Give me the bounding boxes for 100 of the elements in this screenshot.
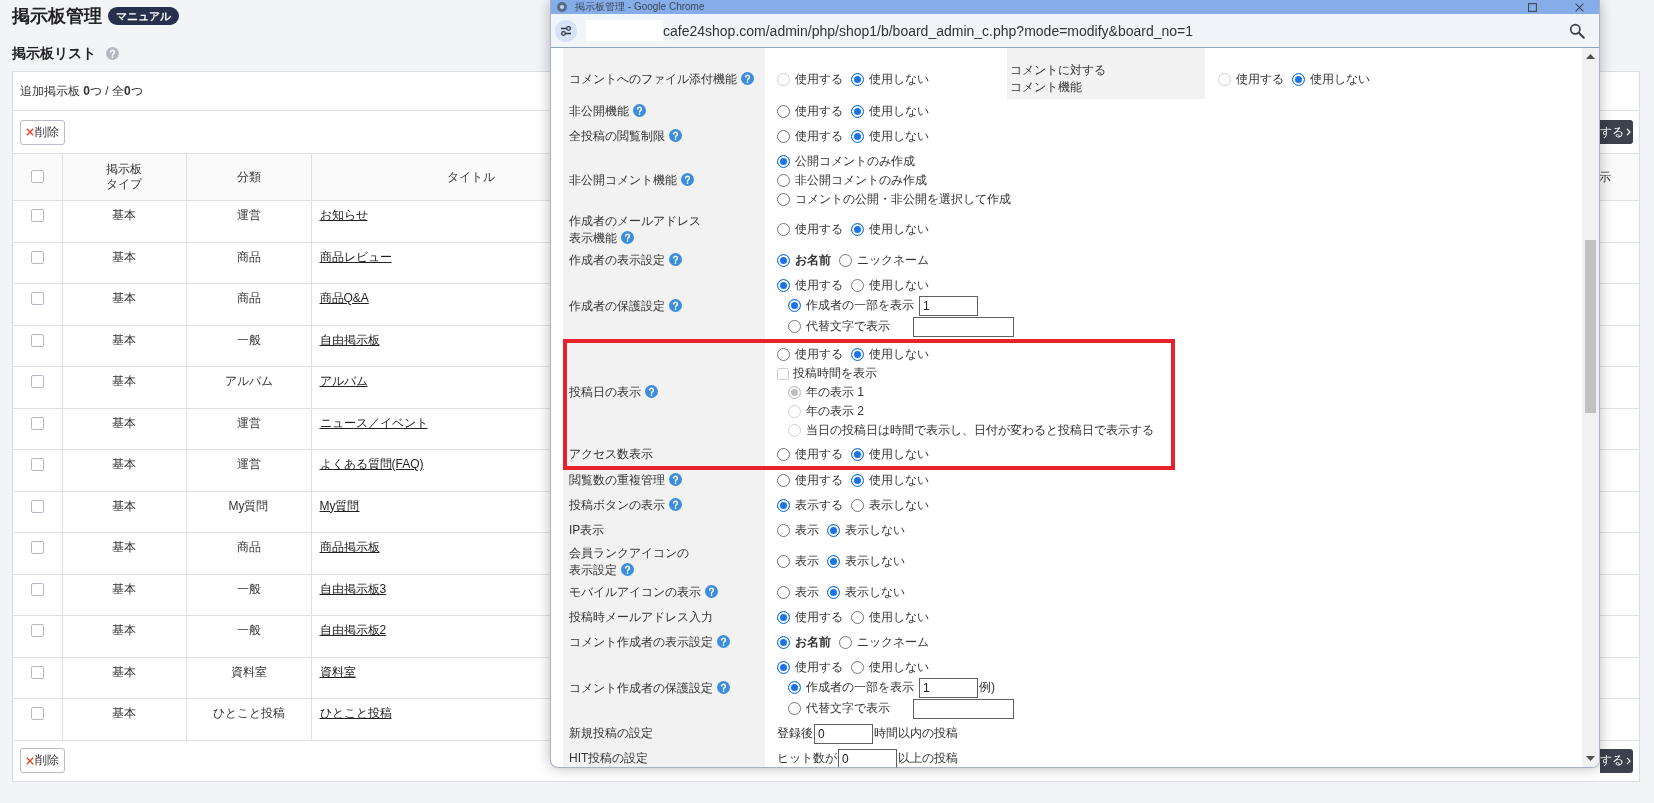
help-icon[interactable] — [741, 71, 754, 85]
help-icon[interactable] — [621, 562, 634, 576]
board-title-link[interactable]: 自由掲示板3 — [319, 581, 387, 596]
magnifier-icon[interactable] — [1569, 22, 1585, 39]
checkbox[interactable] — [30, 375, 44, 388]
text-field[interactable]: 0 — [838, 748, 897, 767]
help-icon[interactable] — [669, 253, 682, 266]
radio-button[interactable] — [839, 254, 852, 267]
radio-button[interactable] — [777, 348, 790, 361]
radio-button[interactable] — [851, 105, 864, 118]
scroll-up-icon[interactable] — [1586, 54, 1595, 59]
radio-button[interactable] — [777, 130, 790, 143]
radio-button[interactable] — [827, 524, 840, 537]
radio-button[interactable] — [777, 105, 790, 118]
checkbox[interactable] — [30, 170, 44, 183]
close-icon[interactable] — [1575, 2, 1584, 12]
text-field[interactable]: 0 — [814, 723, 873, 744]
radio-button[interactable] — [827, 555, 840, 568]
radio-button[interactable] — [851, 279, 864, 292]
board-title-link[interactable]: お知らせ — [319, 208, 368, 222]
scrollbar[interactable] — [1582, 48, 1599, 767]
radio-button[interactable] — [827, 586, 840, 599]
text-field[interactable] — [913, 698, 1014, 719]
checkbox[interactable] — [30, 458, 44, 471]
board-title-link[interactable]: ひとこと投稿 — [319, 706, 392, 720]
help-icon[interactable] — [106, 46, 119, 60]
checkbox[interactable] — [30, 292, 44, 305]
url-text[interactable]: cafe24shop.com/admin/php/shop1/b/board_admin_c.php?mode=modify&board_no=1 — [663, 22, 1194, 39]
radio-button[interactable] — [851, 72, 864, 86]
radio-button[interactable] — [788, 299, 801, 312]
radio-button[interactable] — [777, 524, 790, 537]
checkbox[interactable] — [30, 250, 44, 264]
radio-button[interactable] — [777, 586, 790, 599]
checkbox[interactable] — [30, 209, 44, 222]
board-title-link[interactable]: 自由掲示板 — [319, 332, 380, 347]
radio-button[interactable] — [777, 279, 790, 292]
radio-button[interactable] — [851, 661, 864, 674]
scroll-down-icon[interactable] — [1586, 756, 1595, 761]
delete-button[interactable]: 削除 — [20, 119, 65, 145]
radio-button[interactable] — [777, 499, 790, 512]
radio-button[interactable] — [851, 223, 864, 236]
radio-button[interactable] — [851, 611, 864, 624]
board-title-link[interactable]: 商品レビュー — [319, 249, 392, 264]
checkbox[interactable] — [30, 333, 44, 347]
help-icon[interactable] — [669, 498, 682, 511]
help-icon[interactable] — [669, 473, 682, 486]
board-title-link[interactable]: ニュース／イベント — [319, 415, 428, 430]
radio-button[interactable] — [777, 448, 790, 461]
action-button[interactable]: する — [1600, 120, 1633, 144]
help-icon[interactable] — [669, 129, 682, 142]
radio-button[interactable] — [788, 702, 801, 715]
checkbox[interactable] — [30, 665, 44, 679]
radio-button[interactable] — [851, 448, 864, 461]
help-icon[interactable] — [633, 104, 646, 117]
text-field[interactable] — [913, 316, 1014, 337]
help-icon[interactable] — [669, 299, 682, 312]
radio-button[interactable] — [777, 611, 790, 624]
checkbox[interactable] — [30, 541, 44, 554]
radio-button[interactable] — [851, 348, 864, 361]
radio-button[interactable] — [777, 636, 790, 649]
manual-badge[interactable]: マニュアル — [108, 7, 179, 25]
radio-button[interactable] — [839, 636, 852, 649]
text-field[interactable]: 1 — [919, 677, 978, 698]
checkbox[interactable] — [30, 582, 44, 596]
radio-button[interactable] — [777, 174, 790, 187]
help-icon[interactable] — [681, 173, 694, 186]
scroll-thumb[interactable] — [1585, 240, 1596, 413]
checkbox[interactable] — [30, 624, 44, 637]
radio-button[interactable] — [777, 223, 790, 236]
checkbox[interactable] — [30, 499, 44, 513]
help-icon[interactable] — [717, 681, 730, 694]
board-title-link[interactable]: 商品掲示板 — [319, 540, 380, 554]
board-title-link[interactable]: 商品Q&A — [319, 291, 369, 305]
delete-button[interactable]: 削除 — [20, 748, 65, 773]
help-icon[interactable] — [645, 385, 658, 398]
radio-button[interactable] — [851, 499, 864, 512]
radio-button[interactable] — [851, 474, 864, 487]
radio-button[interactable] — [777, 661, 790, 674]
help-icon[interactable] — [717, 635, 730, 648]
action-button[interactable]: する — [1600, 748, 1633, 773]
radio-button[interactable] — [777, 474, 790, 487]
board-title-link[interactable]: 自由掲示板2 — [319, 623, 387, 637]
maximize-icon[interactable] — [1528, 2, 1537, 12]
board-title-link[interactable]: My質問 — [319, 498, 360, 513]
radio-button[interactable] — [851, 130, 864, 143]
radio-button[interactable] — [777, 193, 790, 206]
radio-button[interactable] — [788, 320, 801, 333]
text-field[interactable]: 1 — [919, 295, 978, 316]
radio-button[interactable] — [777, 555, 790, 568]
radio-button[interactable] — [777, 254, 790, 267]
radio-button[interactable] — [788, 681, 801, 694]
checkbox[interactable] — [30, 416, 44, 430]
radio-button[interactable] — [1292, 72, 1305, 86]
board-title-link[interactable]: アルバム — [319, 374, 368, 388]
help-icon[interactable] — [621, 230, 634, 244]
board-title-link[interactable]: 資料室 — [319, 664, 356, 679]
sliders-icon[interactable] — [555, 19, 577, 42]
board-title-link[interactable]: よくある質問(FAQ) — [319, 457, 424, 471]
checkbox[interactable] — [30, 707, 44, 720]
help-icon[interactable] — [705, 585, 718, 598]
